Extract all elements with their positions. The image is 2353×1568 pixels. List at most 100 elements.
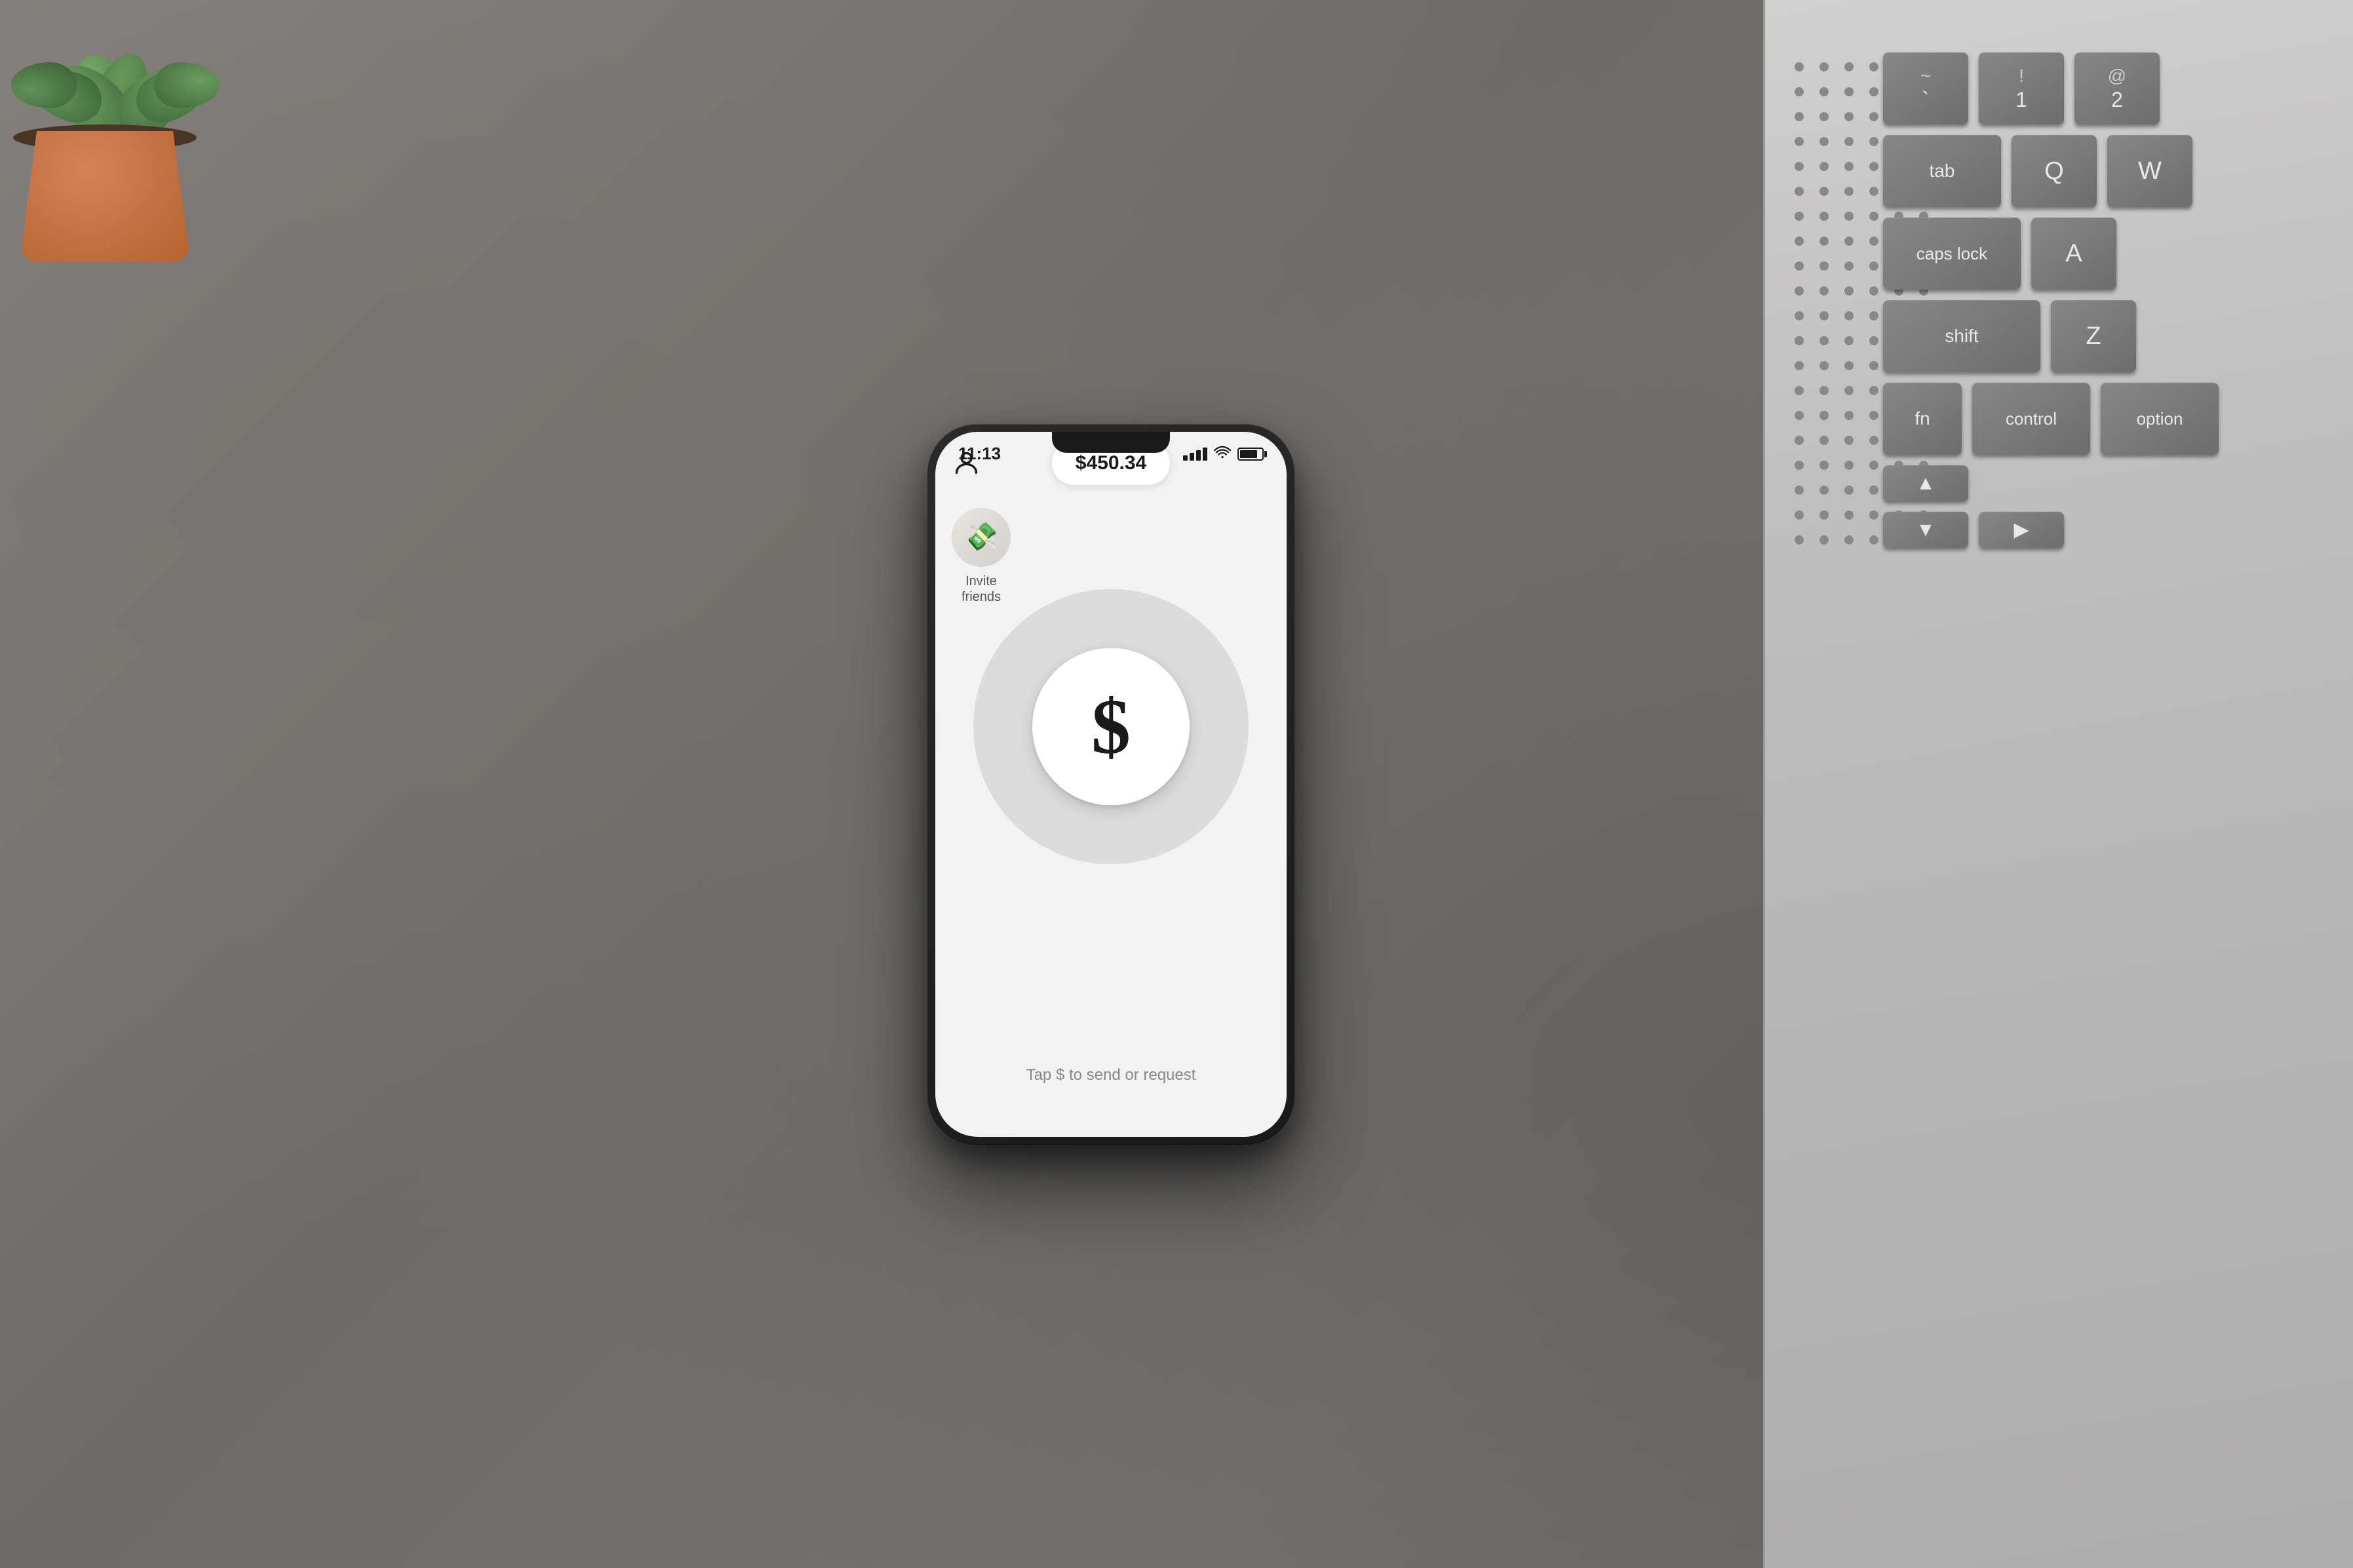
speaker-dot: [1795, 212, 1804, 221]
speaker-dot: [1869, 535, 1878, 545]
speaker-dot: [1795, 62, 1804, 71]
speaker-dot: [1869, 486, 1878, 495]
speaker-dot: [1795, 137, 1804, 146]
key-arrow-right[interactable]: ▶: [1979, 512, 2064, 548]
key-tab[interactable]: tab: [1883, 135, 2001, 207]
phone-screen: 11:13: [935, 432, 1287, 1137]
keyboard-area: ~ ` ! 1 @ 2: [1883, 52, 2353, 1516]
key-option[interactable]: option: [2101, 383, 2219, 455]
speaker-dot: [1819, 411, 1829, 420]
speaker-dot: [1844, 87, 1854, 96]
speaker-dot: [1819, 311, 1829, 320]
speaker-dot: [1869, 187, 1878, 196]
speaker-dot: [1795, 311, 1804, 320]
speaker-grill: [1785, 52, 1870, 511]
speaker-dot: [1819, 436, 1829, 445]
speaker-dot: [1819, 237, 1829, 246]
dollar-sign-icon: $: [1091, 687, 1131, 766]
plant-decoration: [0, 0, 262, 275]
speaker-dot: [1869, 411, 1878, 420]
key-z[interactable]: Z: [2051, 300, 2136, 372]
speaker-dot: [1795, 187, 1804, 196]
speaker-dot: [1869, 87, 1878, 96]
speaker-dot: [1819, 286, 1829, 296]
key-q[interactable]: Q: [2012, 135, 2097, 207]
invite-friends-avatar: 💸: [952, 508, 1011, 567]
bottom-hint-area: Tap $ to send or request: [935, 1066, 1287, 1084]
speaker-dot: [1819, 62, 1829, 71]
speaker-dot: [1844, 311, 1854, 320]
speaker-dot: [1795, 237, 1804, 246]
key-w[interactable]: W: [2107, 135, 2192, 207]
speaker-dot: [1869, 62, 1878, 71]
speaker-dot: [1844, 535, 1854, 545]
speaker-dot: [1819, 112, 1829, 121]
speaker-dot: [1795, 112, 1804, 121]
key-a[interactable]: A: [2031, 218, 2116, 290]
key-control[interactable]: control: [1972, 383, 2090, 455]
speaker-dot: [1844, 510, 1854, 520]
speaker-dot: [1819, 212, 1829, 221]
speaker-dot: [1844, 187, 1854, 196]
dollar-button[interactable]: $: [1032, 648, 1190, 805]
speaker-dot: [1869, 461, 1878, 470]
speaker-dot: [1869, 311, 1878, 320]
speaker-dot: [1819, 336, 1829, 345]
speaker-dot: [1869, 436, 1878, 445]
speaker-dot: [1819, 187, 1829, 196]
phone-outer-shell: 11:13: [927, 424, 1294, 1145]
battery-icon: [1237, 448, 1264, 461]
speaker-dot: [1819, 162, 1829, 171]
phone-notch: [1052, 432, 1170, 453]
key-1[interactable]: ! 1: [1979, 52, 2064, 124]
speaker-dot: [1844, 386, 1854, 395]
speaker-dot: [1844, 361, 1854, 370]
key-2[interactable]: @ 2: [2074, 52, 2160, 124]
speaker-dot: [1819, 87, 1829, 96]
speaker-dot: [1869, 162, 1878, 171]
speaker-dot: [1819, 461, 1829, 470]
speaker-dot: [1795, 286, 1804, 296]
speaker-dot: [1795, 486, 1804, 495]
wifi-icon: [1214, 446, 1231, 463]
speaker-dot: [1795, 411, 1804, 420]
speaker-dot: [1869, 336, 1878, 345]
speaker-dot: [1844, 461, 1854, 470]
speaker-dot: [1795, 461, 1804, 470]
speaker-dot: [1795, 336, 1804, 345]
speaker-dot: [1844, 486, 1854, 495]
speaker-dot: [1844, 261, 1854, 271]
speaker-dot: [1795, 87, 1804, 96]
speaker-dot: [1869, 286, 1878, 296]
speaker-dot: [1795, 535, 1804, 545]
key-arrow-up[interactable]: ▲: [1883, 465, 1968, 501]
speaker-dot: [1844, 237, 1854, 246]
speaker-dot: [1844, 436, 1854, 445]
key-arrow-down[interactable]: ▼: [1883, 512, 1968, 548]
key-fn[interactable]: fn: [1883, 383, 1962, 455]
speaker-dot: [1844, 336, 1854, 345]
speaker-dot: [1869, 510, 1878, 520]
key-backtick[interactable]: ~ `: [1883, 52, 1968, 124]
key-shift[interactable]: shift: [1883, 300, 2040, 372]
signal-icon: [1183, 448, 1207, 461]
speaker-dot: [1795, 261, 1804, 271]
status-time: 11:13: [958, 438, 1001, 464]
speaker-dot: [1869, 112, 1878, 121]
outer-circle-bg: $: [973, 589, 1249, 864]
speaker-dot: [1844, 286, 1854, 296]
speaker-dot: [1795, 510, 1804, 520]
speaker-dot: [1819, 386, 1829, 395]
speaker-dot: [1819, 510, 1829, 520]
speaker-dot: [1844, 62, 1854, 71]
speaker-dot: [1795, 436, 1804, 445]
speaker-dot: [1819, 486, 1829, 495]
speaker-dot: [1844, 162, 1854, 171]
speaker-dot: [1869, 212, 1878, 221]
speaker-dot: [1869, 386, 1878, 395]
speaker-dot: [1795, 361, 1804, 370]
key-capslock[interactable]: caps lock: [1883, 218, 2021, 290]
speaker-dot: [1844, 112, 1854, 121]
speaker-dot: [1844, 137, 1854, 146]
phone: 11:13: [927, 424, 1294, 1145]
